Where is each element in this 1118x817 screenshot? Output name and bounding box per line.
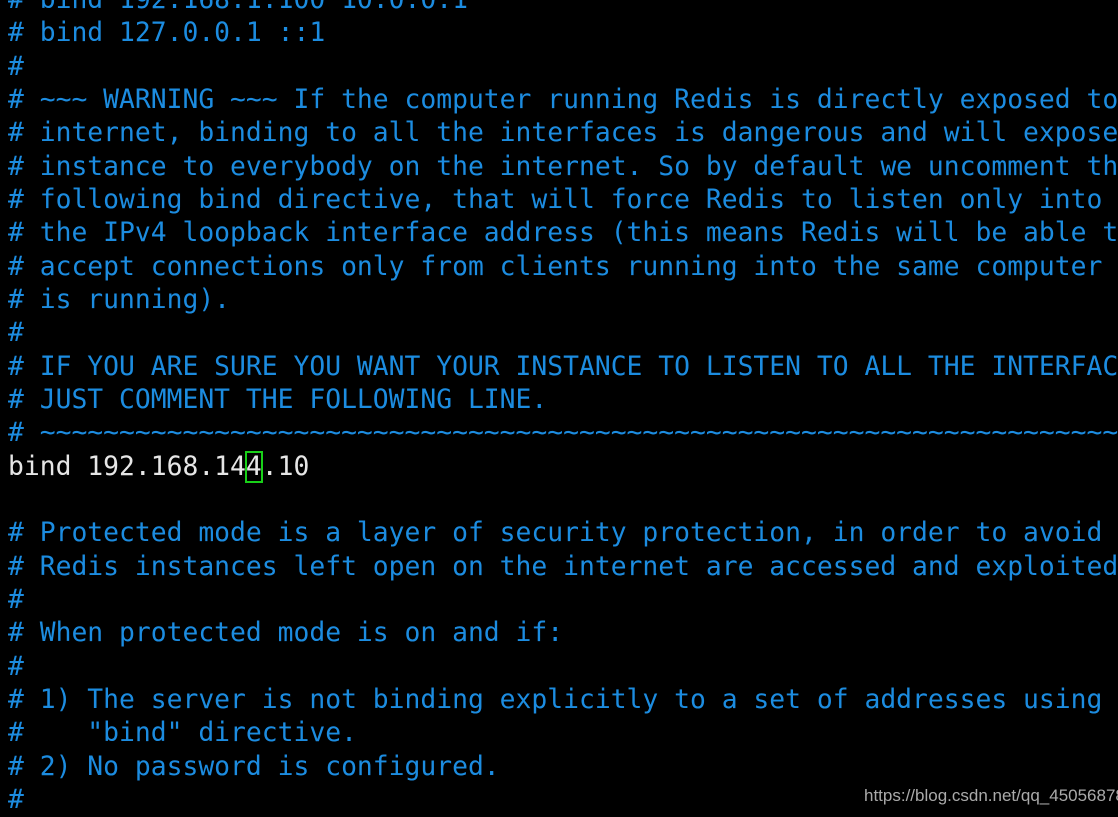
comment-line: # the IPv4 loopback interface address (t…: [8, 218, 1118, 249]
bind-line-text: bind 192.168.14: [8, 451, 246, 482]
comment-line: #: [8, 584, 24, 615]
watermark: https://blog.csdn.net/qq_45056878: [864, 786, 1118, 805]
comment-line: # IF YOU ARE SURE YOU WANT YOUR INSTANCE…: [8, 351, 1118, 382]
comment-line: # bind 127.0.0.1 ::1: [8, 18, 326, 49]
comment-line: # When protected mode is on and if:: [8, 618, 564, 649]
comment-line: # Redis instances left open on the inter…: [8, 551, 1118, 582]
comment-line: # accept connections only from clients r…: [8, 251, 1118, 282]
comment-line: #: [8, 318, 24, 349]
comment-line: # 1) The server is not binding explicitl…: [8, 684, 1118, 715]
comment-line: # ~~~~~~~~~~~~~~~~~~~~~~~~~~~~~~~~~~~~~~…: [8, 418, 1118, 449]
comment-line: # "bind" directive.: [8, 718, 357, 749]
comment-line: # is running).: [8, 284, 231, 315]
comment-line: # Protected mode is a layer of security …: [8, 518, 1118, 549]
comment-line: #: [8, 51, 24, 82]
comment-line: #: [8, 651, 24, 682]
comment-line: # following bind directive, that will fo…: [8, 184, 1103, 215]
bind-line-text: .10: [261, 451, 310, 482]
comment-line: # ~~~ WARNING ~~~ If the computer runnin…: [8, 84, 1118, 115]
comment-line: # 2) No password is configured.: [8, 751, 500, 782]
comment-line: # bind 192.168.1.100 10.0.0.1: [8, 0, 468, 15]
text-cursor: 4: [244, 450, 263, 483]
comment-line: # internet, binding to all the interface…: [8, 118, 1118, 149]
bind-directive-line: bind 192.168.144.10: [8, 450, 1118, 484]
comment-line: # instance to everybody on the internet.…: [8, 151, 1118, 182]
comment-line: # JUST COMMENT THE FOLLOWING LINE.: [8, 384, 548, 415]
vim-editor-buffer[interactable]: # bind 192.168.1.100 10.0.0.1 # bind 127.…: [8, 0, 1118, 817]
